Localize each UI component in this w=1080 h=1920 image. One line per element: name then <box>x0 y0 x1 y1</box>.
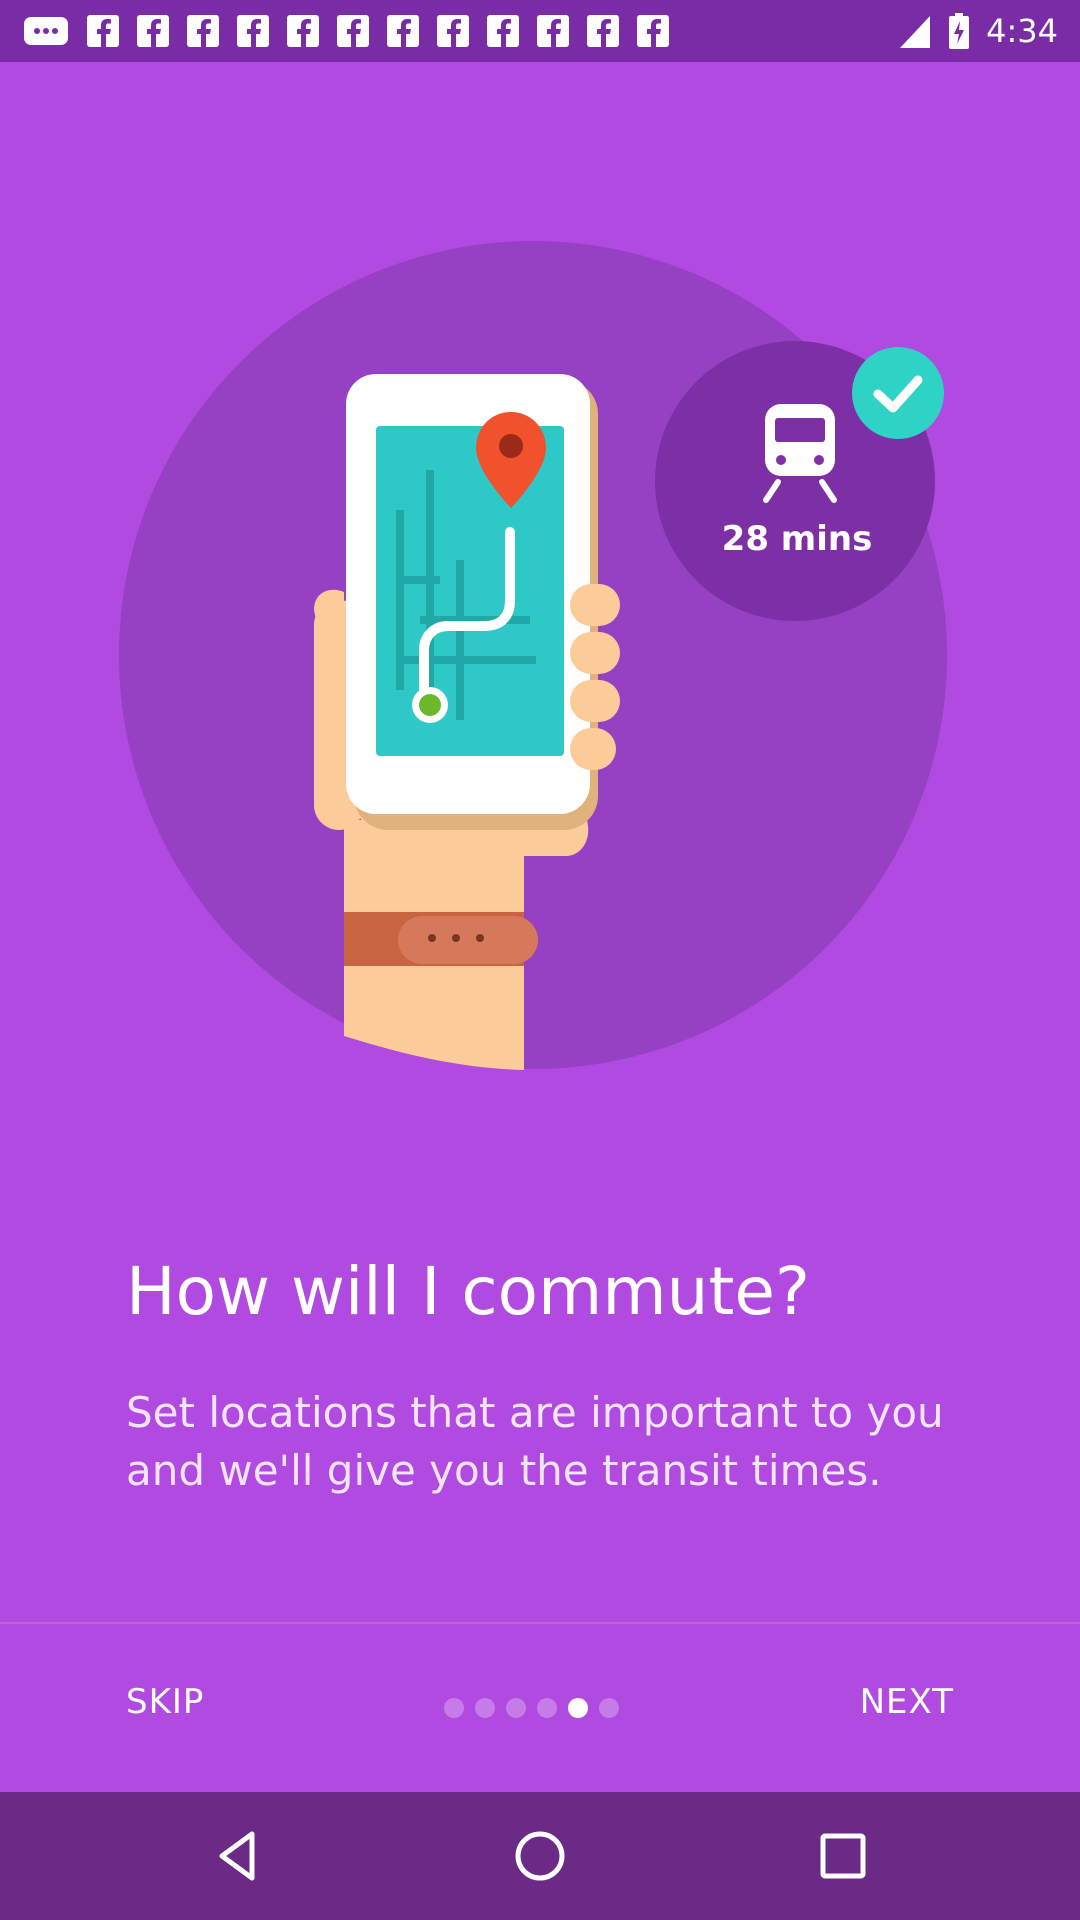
skip-button[interactable]: SKIP <box>126 1682 204 1722</box>
onboarding-subtitle: Set locations that are important to you … <box>126 1388 944 1495</box>
facebook-icon <box>87 15 119 47</box>
facebook-icon <box>437 15 469 47</box>
facebook-icon <box>387 15 419 47</box>
page-indicator <box>444 1698 619 1718</box>
check-badge <box>852 347 944 439</box>
facebook-icon <box>187 15 219 47</box>
page-dot-active[interactable] <box>568 1698 588 1718</box>
onboarding-screen: 4:34 28 mins How will I commute? Set loc… <box>0 0 1080 1920</box>
transit-time: 28 mins <box>722 519 873 559</box>
signal-icon <box>900 16 931 48</box>
back-icon[interactable] <box>206 1824 270 1888</box>
facebook-icon <box>337 15 369 47</box>
home-icon[interactable] <box>508 1824 572 1888</box>
page-dot[interactable] <box>444 1698 464 1718</box>
page-dot[interactable] <box>506 1698 526 1718</box>
onboarding-title: How will I commute? <box>126 1253 810 1330</box>
page-dot[interactable] <box>537 1698 557 1718</box>
page-dot[interactable] <box>475 1698 495 1718</box>
facebook-icon <box>637 15 669 47</box>
status-bar: 4:34 <box>0 0 1080 62</box>
onboarding-nav: SKIP NEXT <box>0 1624 1080 1792</box>
facebook-icon <box>287 15 319 47</box>
recents-icon[interactable] <box>811 1824 875 1888</box>
facebook-icon <box>537 15 569 47</box>
commute-illustration: 28 mins <box>119 241 947 1070</box>
page-dot[interactable] <box>599 1698 619 1718</box>
system-status: 4:34 <box>898 12 1058 50</box>
next-button[interactable]: NEXT <box>860 1682 954 1722</box>
messaging-icon <box>24 17 68 45</box>
facebook-icon <box>237 15 269 47</box>
clock: 4:34 <box>986 12 1058 50</box>
facebook-icon <box>587 15 619 47</box>
facebook-icon <box>487 15 519 47</box>
notification-icons <box>22 14 670 48</box>
facebook-icon <box>137 15 169 47</box>
system-nav-bar <box>0 1792 1080 1920</box>
battery-charging-icon <box>949 13 970 49</box>
